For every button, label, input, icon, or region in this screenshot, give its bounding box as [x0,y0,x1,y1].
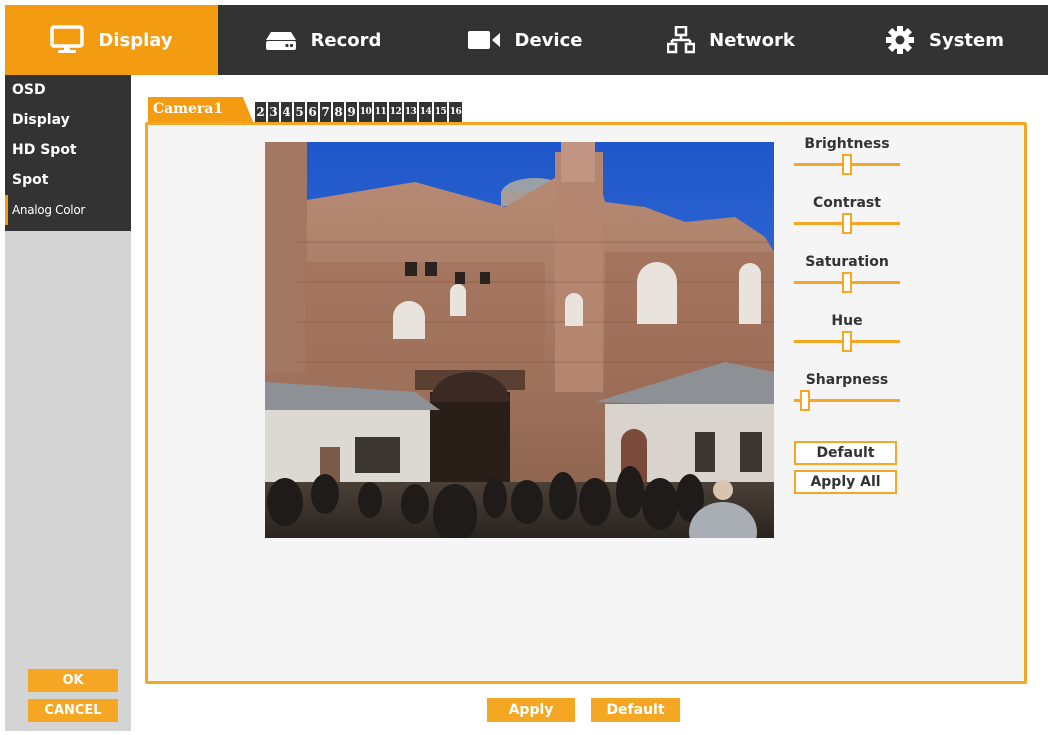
sharpness-label: Sharpness [805,372,889,388]
tab-device[interactable]: Device [428,5,621,75]
main-content: Camera1 2 3 4 5 6 7 8 9 10 11 12 13 14 1… [131,75,1048,731]
hue-slider-thumb[interactable] [842,331,852,352]
sidebar-item-osd[interactable]: OSD [5,75,131,105]
tab-system-label: System [929,29,1004,51]
contrast-slider[interactable] [794,212,900,234]
sidebar-item-display[interactable]: Display [5,105,131,135]
saturation-slider-thumb[interactable] [842,272,852,293]
video-camera-icon [467,29,501,51]
tab-system[interactable]: System [841,5,1048,75]
tab-device-label: Device [514,29,583,51]
saturation-control: Saturation [794,253,900,293]
tab-camera-10[interactable]: 10 [359,102,372,122]
apply-all-button[interactable]: Apply All [794,470,897,494]
camera-preview [265,142,774,538]
tab-camera-15[interactable]: 15 [434,102,447,122]
sidebar-item-analog-color[interactable]: Analog Color [5,195,131,225]
tab-camera-3[interactable]: 3 [268,102,279,122]
sidebar-menu: OSD Display HD Spot Spot Analog Color [5,75,131,231]
hue-slider[interactable] [794,330,900,352]
tab-camera-8[interactable]: 8 [333,102,344,122]
sharpness-control: Sharpness [794,371,900,411]
saturation-slider[interactable] [794,271,900,293]
default-button[interactable]: Default [794,441,897,465]
tab-camera-4[interactable]: 4 [281,102,292,122]
hard-drive-icon [265,29,297,51]
top-navigation: Display Record Device Network System [5,5,1048,75]
brightness-label: Brightness [804,136,890,152]
hue-label: Hue [831,313,863,329]
tab-camera-9[interactable]: 9 [346,102,357,122]
sidebar-item-spot[interactable]: Spot [5,165,131,195]
tab-camera-7[interactable]: 7 [320,102,331,122]
tab-camera-12[interactable]: 12 [389,102,402,122]
camera-tabs: Camera1 2 3 4 5 6 7 8 9 10 11 12 13 14 1… [148,97,462,122]
apply-button[interactable]: Apply [487,698,575,722]
contrast-control: Contrast [794,194,900,234]
brightness-slider[interactable] [794,153,900,175]
ok-button[interactable]: OK [28,669,118,692]
hue-control: Hue [794,312,900,352]
tab-camera-1[interactable]: Camera1 [148,97,253,122]
tab-camera-2[interactable]: 2 [255,102,266,122]
tab-camera-6[interactable]: 6 [307,102,318,122]
tab-display-label: Display [98,29,173,51]
tab-display[interactable]: Display [5,5,218,75]
tab-record[interactable]: Record [218,5,428,75]
tab-camera-11[interactable]: 11 [374,102,387,122]
footer-default-button[interactable]: Default [591,698,680,722]
camera-settings-panel: Brightness Contrast Saturation Hue Sharp… [145,122,1027,684]
tab-network-label: Network [709,29,795,51]
gear-icon [885,25,915,55]
sharpness-slider-track [794,399,900,402]
network-icon [667,26,696,54]
sharpness-slider-thumb[interactable] [799,390,810,411]
contrast-slider-thumb[interactable] [842,213,852,234]
sidebar-item-hd-spot[interactable]: HD Spot [5,135,131,165]
tab-camera-14[interactable]: 14 [419,102,432,122]
sidebar: OSD Display HD Spot Spot Analog Color OK… [5,75,131,731]
sharpness-slider[interactable] [794,389,900,411]
contrast-label: Contrast [813,195,881,211]
monitor-icon [50,25,85,55]
tab-record-label: Record [310,29,382,51]
brightness-slider-thumb[interactable] [842,154,852,175]
saturation-label: Saturation [805,254,889,270]
tab-camera-5[interactable]: 5 [294,102,305,122]
tab-network[interactable]: Network [621,5,841,75]
cancel-button[interactable]: CANCEL [28,699,118,722]
tab-camera-16[interactable]: 16 [449,102,462,122]
brightness-control: Brightness [794,135,900,175]
tab-camera-13[interactable]: 13 [404,102,417,122]
